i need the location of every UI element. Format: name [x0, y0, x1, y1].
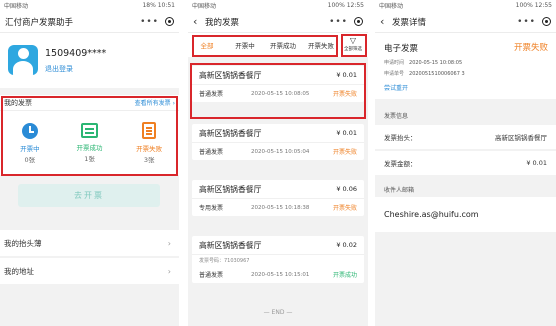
invoice-type: 普通发票 [199, 149, 224, 156]
menu-item-address[interactable]: 我的地址 › [0, 258, 179, 284]
apply-no-row: 申请单号 2020051510006067 3 [384, 70, 465, 77]
invoice-type: 专用发票 [199, 205, 224, 212]
recipient-email: Cheshire.as@huifu.com [375, 197, 556, 232]
screen-invoice-detail: 中国移动 100% 12:55 ‹ 发票详情 ••• 电子发票 开票失败 申请时… [375, 0, 556, 326]
carrier: 中国移动 [379, 3, 404, 10]
recipient-email-label: 收件人邮箱 [384, 187, 415, 194]
invoice-card[interactable]: 高新区锅锅香餐厅 ¥ 0.01 普通发票 2020-05-15 10:05:04… [192, 124, 364, 160]
invoice-time: 2020-05-15 10:18:38 [251, 204, 310, 211]
invoice-kind: 电子发票 [384, 44, 419, 54]
card-footer: 普通发票 2020-05-15 10:05:04 开票失败 [192, 143, 364, 160]
card-footer: 普通发票 2020-05-15 10:15:01 开票成功 [192, 266, 364, 283]
menu-label: 我的地址 [4, 266, 34, 276]
invoice-status: 开票失败 [332, 205, 357, 212]
highlight-box [341, 34, 367, 57]
invoice-info-label: 发票信息 [384, 113, 409, 120]
status-bar: 中国移动 100% 12:55 [375, 0, 556, 11]
apply-no-value: 2020051510006067 3 [409, 71, 465, 77]
apply-no-label: 申请单号 [384, 71, 405, 77]
invoice-header-row: 发票抬头： 高新区锅锅香餐厅 [375, 125, 556, 149]
header-label: 发票抬头： [384, 134, 417, 142]
more-icon[interactable]: ••• [140, 17, 159, 27]
card-header: 高新区锅锅香餐厅 ¥ 0.02 [192, 236, 364, 255]
battery-time: 100% 12:55 [327, 2, 364, 9]
merchant-name: 高新区锅锅香餐厅 [199, 128, 262, 138]
invoice-card[interactable]: 高新区锅锅香餐厅 ¥ 0.06 专用发票 2020-05-15 10:18:38… [192, 180, 364, 216]
nav-bar: ‹ 我的发票 ••• [188, 11, 368, 33]
carrier: 中国移动 [192, 3, 217, 10]
battery-time: 18% 10:51 [142, 2, 175, 9]
card-footer: 专用发票 2020-05-15 10:18:38 开票失败 [192, 199, 364, 216]
invoice-status: 开票成功 [332, 272, 357, 279]
user-id: 1509409**** [45, 48, 107, 59]
page-title: 发票详情 [392, 17, 427, 28]
carrier: 中国移动 [4, 3, 29, 10]
invoice-time: 2020-05-15 10:05:04 [251, 148, 310, 155]
invoice-status: 开票失败 [332, 149, 357, 156]
amount-value: ¥ 0.01 [526, 159, 547, 167]
highlight-box [1, 96, 178, 176]
invoice-number: 发票号码：71030967 [199, 258, 250, 264]
back-icon[interactable]: ‹ [380, 15, 392, 28]
highlight-box [192, 35, 338, 57]
more-icon[interactable]: ••• [329, 17, 348, 27]
status-bar: 中国移动 100% 12:55 [188, 0, 368, 11]
chevron-right-icon: › [167, 238, 171, 248]
back-icon[interactable]: ‹ [193, 15, 205, 28]
menu-label: 我的抬头薄 [4, 238, 42, 248]
highlight-box [190, 63, 366, 119]
invoice-amount: ¥ 0.01 [336, 129, 357, 137]
invoice-amount: ¥ 0.02 [336, 241, 357, 249]
card-header: 高新区锅锅香餐厅 ¥ 0.06 [192, 180, 364, 199]
invoice-type: 普通发票 [199, 272, 224, 279]
nav-bar: ‹ 发票详情 ••• [375, 11, 556, 33]
apply-time-value: 2020-05-15 10:08:05 [409, 60, 463, 66]
battery-time: 100% 12:55 [515, 2, 552, 9]
invoice-status: 开票失败 [513, 43, 548, 53]
invoice-card[interactable]: 高新区锅锅香餐厅 ¥ 0.02 发票号码：71030967 普通发票 2020-… [192, 236, 364, 283]
menu-item-title-book[interactable]: 我的抬头薄 › [0, 230, 179, 256]
invoice-time: 2020-05-15 10:15:01 [251, 271, 310, 278]
retry-link[interactable]: 尝试重开 [384, 83, 408, 92]
apply-time-label: 申请时间 [384, 60, 405, 66]
close-miniapp-icon[interactable] [542, 17, 551, 26]
list-end: — END — [263, 309, 293, 316]
invoice-amount: ¥ 0.06 [336, 185, 357, 193]
avatar [8, 45, 38, 75]
merchant-name: 高新区锅锅香餐厅 [199, 240, 262, 250]
screen-home: 中国移动 18% 10:51 汇付商户发票助手 ••• 1509409**** … [0, 0, 179, 326]
page-title: 汇付商户发票助手 [5, 17, 74, 28]
open-invoice-button[interactable]: 去开票 [18, 184, 160, 207]
logout-link[interactable]: 退出登录 [45, 64, 73, 74]
screen-invoice-list: 中国移动 100% 12:55 ‹ 我的发票 ••• 全部 开票中 开票成功 开… [188, 0, 368, 326]
close-miniapp-icon[interactable] [354, 17, 363, 26]
page-title: 我的发票 [205, 17, 240, 28]
header-value: 高新区锅锅香餐厅 [495, 134, 547, 142]
amount-label: 发票金额： [384, 160, 417, 168]
close-miniapp-icon[interactable] [165, 17, 174, 26]
status-bar: 中国移动 18% 10:51 [0, 0, 179, 11]
apply-time-row: 申请时间 2020-05-15 10:08:05 [384, 59, 462, 66]
user-profile: 1509409**** 退出登录 [0, 33, 179, 88]
invoice-amount-row: 发票金额： ¥ 0.01 [375, 151, 556, 175]
card-header: 高新区锅锅香餐厅 ¥ 0.01 [192, 124, 364, 143]
nav-bar: 汇付商户发票助手 ••• [0, 11, 179, 33]
merchant-name: 高新区锅锅香餐厅 [199, 184, 262, 194]
chevron-right-icon: › [167, 266, 171, 276]
more-icon[interactable]: ••• [517, 17, 536, 27]
invoice-summary: 电子发票 开票失败 申请时间 2020-05-15 10:08:05 申请单号 20… [375, 33, 556, 99]
